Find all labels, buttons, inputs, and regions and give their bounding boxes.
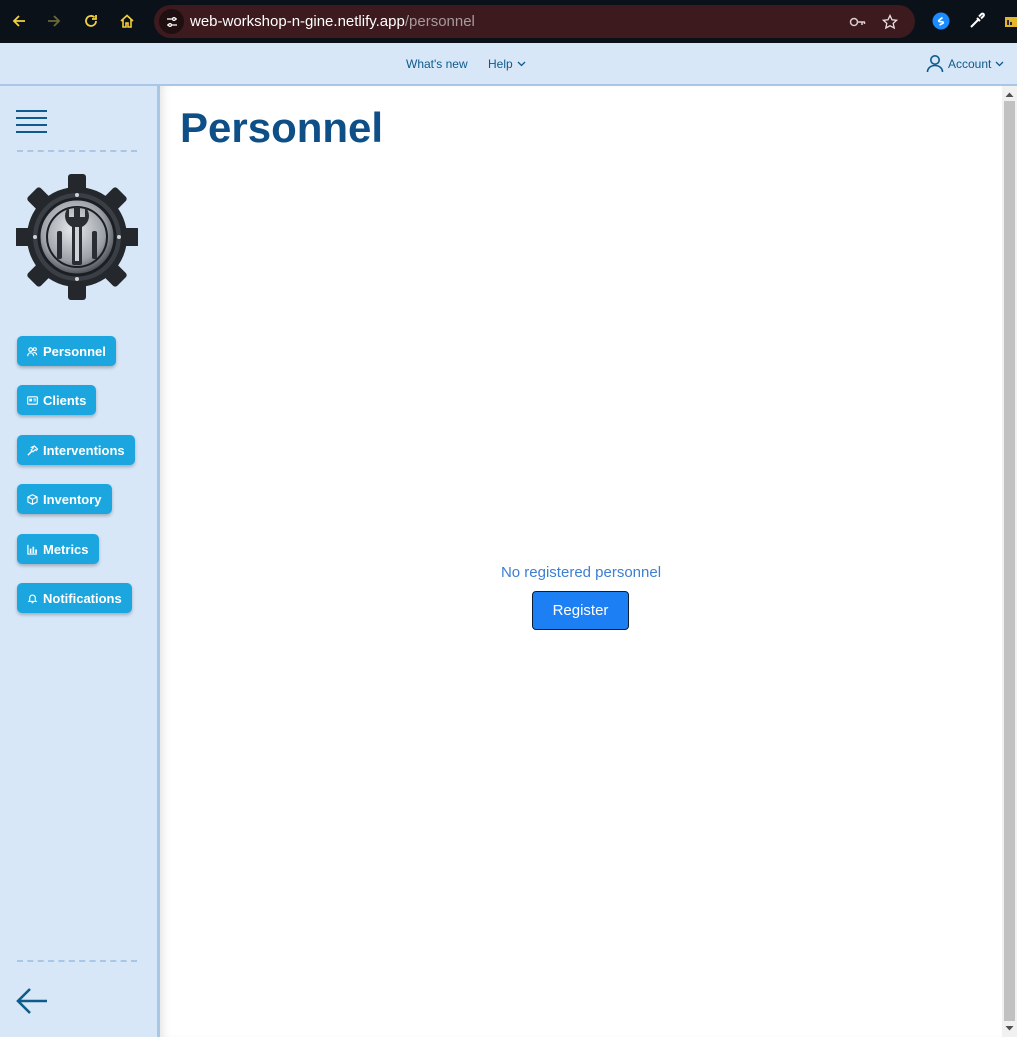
extension-button-2[interactable] xyxy=(1003,10,1017,32)
browser-toolbar: web-workshop-n-gine.netlify.app/personne… xyxy=(0,0,1017,43)
address-bar[interactable]: web-workshop-n-gine.netlify.app/personne… xyxy=(154,5,915,38)
sidebar-item-label: Inventory xyxy=(43,491,102,507)
chevron-down-icon xyxy=(517,61,526,67)
app-header: What's new Help Account xyxy=(0,43,1017,86)
sidebar-item-label: Metrics xyxy=(43,541,89,557)
menu-icon[interactable] xyxy=(16,109,48,133)
whats-new-link[interactable]: What's new xyxy=(406,57,468,71)
sidebar-item-interventions[interactable]: Interventions xyxy=(17,435,135,465)
sidebar-item-inventory[interactable]: Inventory xyxy=(17,484,112,514)
forward-button[interactable] xyxy=(42,9,66,33)
arrow-left-icon[interactable] xyxy=(15,986,49,1016)
extension-icon xyxy=(1005,17,1017,27)
extension-button[interactable] xyxy=(930,10,952,32)
account-label: Account xyxy=(948,56,992,71)
bell-icon xyxy=(27,594,38,603)
url-host: web-workshop-n-gine.netlify.app xyxy=(190,13,405,30)
sidebar-item-notifications[interactable]: Notifications xyxy=(17,583,132,613)
star-icon xyxy=(882,14,898,30)
people-icon xyxy=(27,346,38,356)
eyedropper-icon xyxy=(970,12,985,28)
bookmark-button[interactable] xyxy=(881,13,899,31)
home-icon xyxy=(120,14,134,28)
register-button[interactable]: Register xyxy=(532,591,629,630)
divider xyxy=(17,150,137,152)
gear-wrench-logo xyxy=(16,174,138,300)
help-label: Help xyxy=(488,57,513,71)
divider xyxy=(17,960,137,962)
tune-icon xyxy=(166,16,177,27)
id-card-icon xyxy=(27,395,38,405)
reload-icon xyxy=(85,15,97,27)
scroll-down-icon[interactable] xyxy=(1005,1024,1014,1033)
page-title: Personnel xyxy=(180,104,384,151)
sidebar-item-personnel[interactable]: Personnel xyxy=(17,336,116,366)
sidebar-item-label: Clients xyxy=(43,392,87,408)
reload-button[interactable] xyxy=(79,9,103,33)
url-path: /personnel xyxy=(404,13,475,30)
scroll-thumb[interactable] xyxy=(1004,101,1015,1021)
whats-new-label: What's new xyxy=(406,57,468,71)
sidebar-item-label: Interventions xyxy=(43,442,125,458)
sidebar-item-clients[interactable]: Clients xyxy=(17,385,97,415)
shazam-icon xyxy=(932,12,950,30)
sidebar-item-label: Personnel xyxy=(43,343,106,359)
user-icon xyxy=(926,55,944,73)
key-icon xyxy=(849,17,866,27)
bar-chart-icon xyxy=(27,544,38,555)
account-menu[interactable]: Account xyxy=(926,54,1004,73)
arrow-right-icon xyxy=(48,15,61,27)
back-button[interactable] xyxy=(7,9,31,33)
help-menu[interactable]: Help xyxy=(488,57,526,71)
scroll-up-icon[interactable] xyxy=(1005,90,1014,99)
empty-state-message: No registered personnel xyxy=(500,564,662,581)
home-button[interactable] xyxy=(115,9,139,33)
sidebar-item-label: Notifications xyxy=(43,590,122,606)
eyedropper-button[interactable] xyxy=(966,10,988,32)
url-text: web-workshop-n-gine.netlify.app/personne… xyxy=(190,13,475,30)
scrollbar[interactable] xyxy=(1002,86,1017,1037)
sidebar-item-metrics[interactable]: Metrics xyxy=(17,534,99,564)
site-info-button[interactable] xyxy=(159,9,184,34)
main-content: Personnel No registered personnel Regist… xyxy=(160,86,1002,1037)
arrow-left-icon xyxy=(12,15,25,27)
sidebar: Personnel Clients Interventions Inventor… xyxy=(0,86,160,1037)
box-icon xyxy=(27,493,38,505)
hammer-icon xyxy=(27,444,38,456)
password-key-button[interactable] xyxy=(849,13,867,31)
chevron-down-icon xyxy=(995,61,1004,66)
